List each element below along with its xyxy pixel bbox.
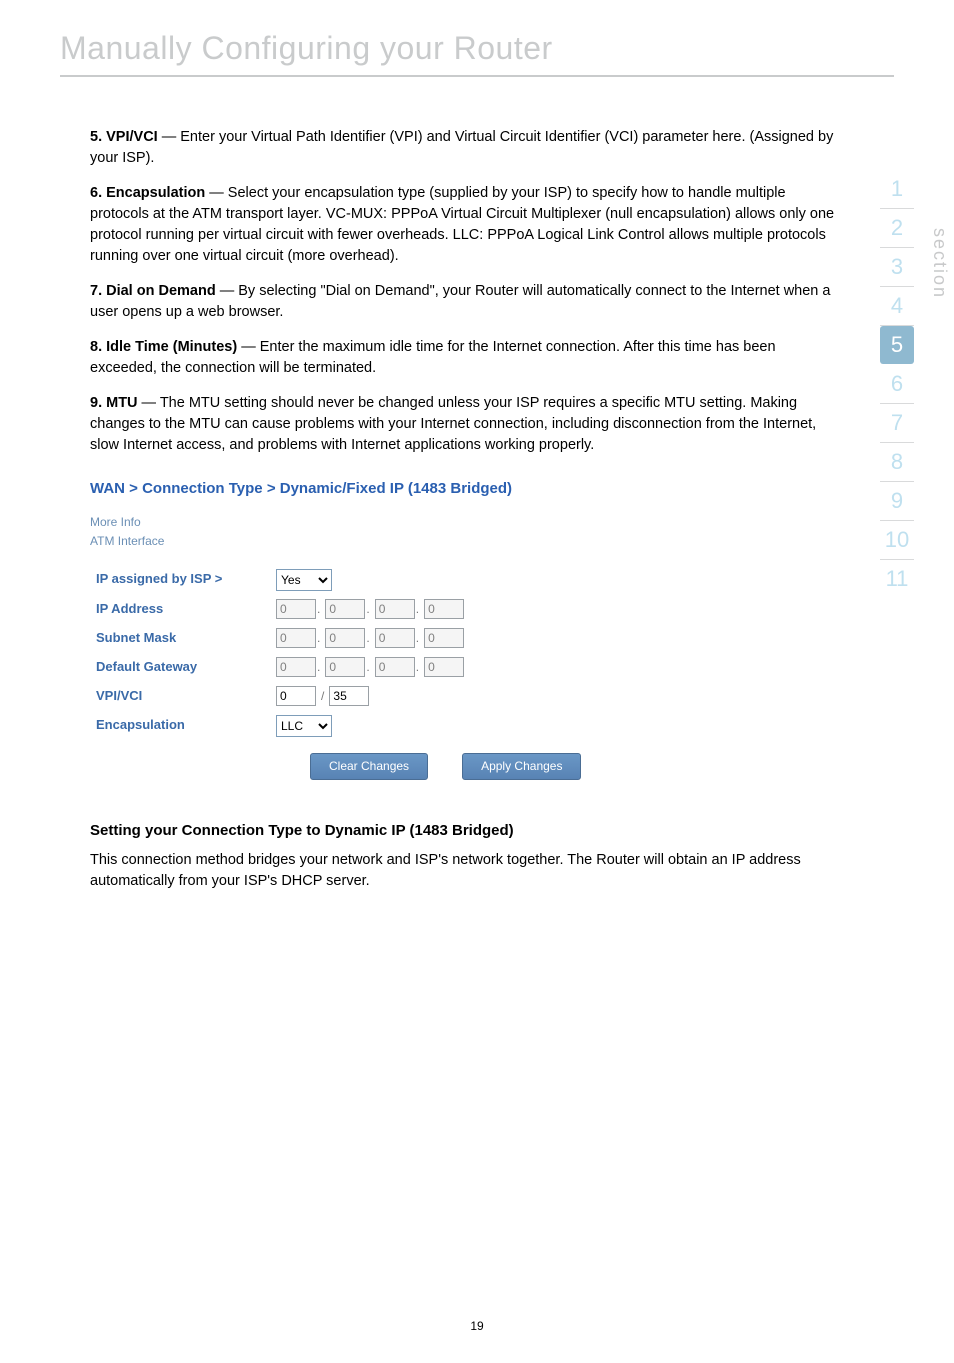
dot-icon: . xyxy=(316,660,321,674)
label-subnet: Subnet Mask xyxy=(90,624,270,653)
ip-octet-3[interactable] xyxy=(375,599,415,619)
gw-octet-2[interactable] xyxy=(325,657,365,677)
dot-icon: . xyxy=(316,602,321,616)
ip-octet-4[interactable] xyxy=(424,599,464,619)
gw-octet-3[interactable] xyxy=(375,657,415,677)
nav-4[interactable]: 4 xyxy=(880,287,914,326)
setting-heading: Setting your Connection Type to Dynamic … xyxy=(90,820,844,842)
label-encap: Encapsulation xyxy=(90,711,270,741)
nav-7[interactable]: 7 xyxy=(880,404,914,443)
clear-changes-button[interactable]: Clear Changes xyxy=(310,753,428,780)
sm-octet-3[interactable] xyxy=(375,628,415,648)
encapsulation-select[interactable]: LLC xyxy=(276,715,332,737)
list-item: 5. VPI/VCI — Enter your Virtual Path Ide… xyxy=(90,127,844,169)
nav-10[interactable]: 10 xyxy=(880,521,914,560)
dot-icon: . xyxy=(415,660,420,674)
ip-assigned-select[interactable]: Yes xyxy=(276,569,332,591)
content-area: 5. VPI/VCI — Enter your Virtual Path Ide… xyxy=(0,77,954,892)
atm-interface-link[interactable]: ATM Interface xyxy=(90,533,844,550)
wan-breadcrumb: WAN > Connection Type > Dynamic/Fixed IP… xyxy=(90,478,844,500)
dot-icon: . xyxy=(415,602,420,616)
apply-changes-button[interactable]: Apply Changes xyxy=(462,753,581,780)
nav-6[interactable]: 6 xyxy=(880,365,914,404)
item-label: 5. VPI/VCI xyxy=(90,129,158,145)
gw-octet-4[interactable] xyxy=(424,657,464,677)
setting-paragraph: This connection method bridges your netw… xyxy=(90,850,844,892)
page-title: Manually Configuring your Router xyxy=(0,0,954,75)
dot-icon: . xyxy=(365,631,370,645)
list-item: 9. MTU — The MTU setting should never be… xyxy=(90,393,844,456)
item-label: 6. Encapsulation xyxy=(90,185,205,201)
section-nav: 1 2 3 4 5 6 7 8 9 10 11 xyxy=(868,170,926,598)
page-number: 19 xyxy=(0,1319,954,1333)
nav-8[interactable]: 8 xyxy=(880,443,914,482)
nav-3[interactable]: 3 xyxy=(880,248,914,287)
dot-icon: . xyxy=(415,631,420,645)
sm-octet-2[interactable] xyxy=(325,628,365,648)
item-label: 8. Idle Time (Minutes) xyxy=(90,339,237,355)
sm-octet-1[interactable] xyxy=(276,628,316,648)
nav-2[interactable]: 2 xyxy=(880,209,914,248)
label-ip-assigned: IP assigned by ISP > xyxy=(90,565,270,595)
list-item: 6. Encapsulation — Select your encapsula… xyxy=(90,183,844,267)
more-info-link[interactable]: More Info xyxy=(90,514,844,531)
nav-5[interactable]: 5 xyxy=(880,326,914,364)
list-item: 8. Idle Time (Minutes) — Enter the maxim… xyxy=(90,337,844,379)
label-vpivci: VPI/VCI xyxy=(90,682,270,711)
button-row: Clear Changes Apply Changes xyxy=(310,753,844,780)
gw-octet-1[interactable] xyxy=(276,657,316,677)
vpi-input[interactable] xyxy=(276,686,316,706)
list-item: 7. Dial on Demand — By selecting "Dial o… xyxy=(90,281,844,323)
dot-icon: . xyxy=(365,602,370,616)
item-label: 9. MTU xyxy=(90,395,138,411)
vci-input[interactable] xyxy=(329,686,369,706)
item-text: — Enter your Virtual Path Identifier (VP… xyxy=(90,129,833,166)
section-label: section xyxy=(929,228,950,299)
dot-icon: . xyxy=(365,660,370,674)
nav-1[interactable]: 1 xyxy=(880,170,914,209)
sm-octet-4[interactable] xyxy=(424,628,464,648)
item-text: — The MTU setting should never be change… xyxy=(90,395,816,453)
wan-form: IP assigned by ISP > Yes IP Address . . … xyxy=(90,565,470,741)
label-ip-address: IP Address xyxy=(90,595,270,624)
nav-9[interactable]: 9 xyxy=(880,482,914,521)
item-label: 7. Dial on Demand xyxy=(90,283,216,299)
label-gateway: Default Gateway xyxy=(90,653,270,682)
nav-11[interactable]: 11 xyxy=(880,560,914,598)
dot-icon: . xyxy=(316,631,321,645)
ip-octet-2[interactable] xyxy=(325,599,365,619)
ip-octet-1[interactable] xyxy=(276,599,316,619)
slash-separator: / xyxy=(320,689,325,703)
